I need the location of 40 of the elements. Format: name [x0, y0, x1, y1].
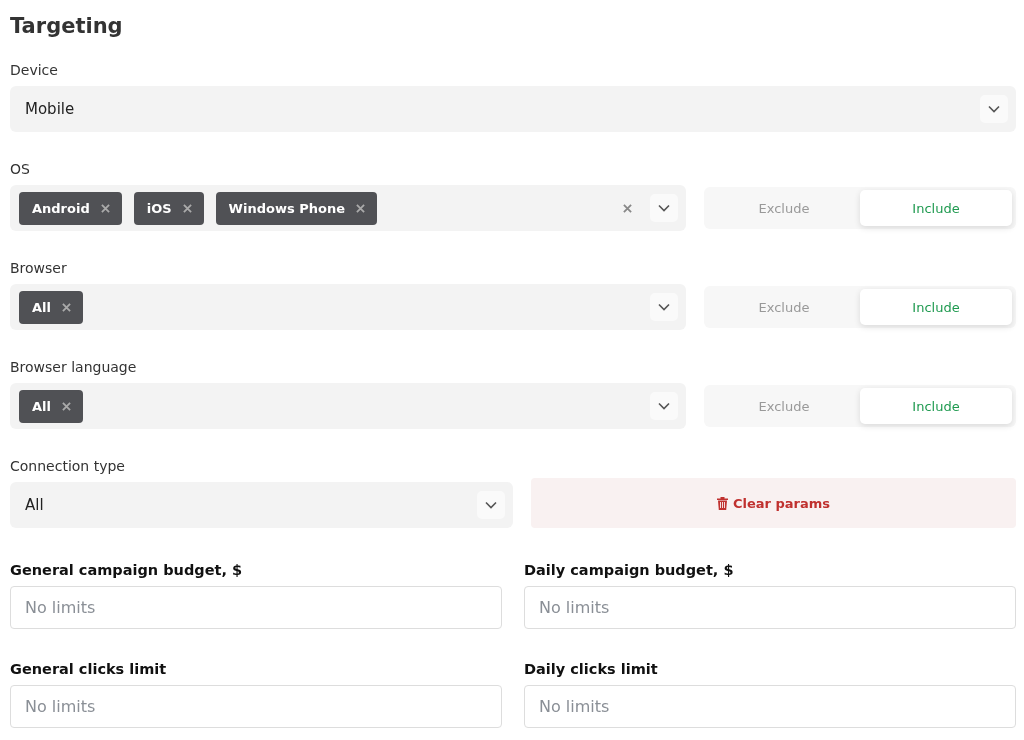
- tag-chip[interactable]: All: [19, 290, 83, 324]
- limit-input[interactable]: No limits: [10, 685, 502, 728]
- chevron-down-icon[interactable]: [980, 95, 1008, 123]
- remove-icon[interactable]: [182, 203, 192, 213]
- field-label: General clicks limit: [10, 660, 167, 679]
- remove-icon[interactable]: [62, 401, 71, 411]
- multi-select[interactable]: Android iOS Windows Phone: [10, 185, 686, 231]
- multi-select[interactable]: All: [10, 383, 686, 429]
- chevron-down-icon[interactable]: [477, 491, 505, 519]
- field-label: Browser: [10, 259, 67, 278]
- multi-select[interactable]: All: [10, 284, 686, 330]
- remove-icon[interactable]: [100, 203, 110, 213]
- remove-icon[interactable]: [355, 203, 365, 213]
- field-label: Browser language: [10, 358, 137, 377]
- limit-input[interactable]: No limits: [10, 586, 502, 629]
- limit-input[interactable]: No limits: [524, 586, 1016, 629]
- section-title: Targeting: [10, 13, 124, 40]
- field-label: OS: [10, 160, 30, 179]
- chevron-down-icon[interactable]: [650, 194, 678, 222]
- field-label: General campaign budget, $: [10, 561, 243, 580]
- tag-chip[interactable]: Windows Phone: [215, 191, 377, 225]
- device-select[interactable]: Mobile: [10, 86, 1016, 132]
- field-label: Connection type: [10, 457, 125, 476]
- limit-input[interactable]: No limits: [524, 685, 1016, 728]
- trash-icon: [716, 496, 728, 510]
- chevron-down-icon[interactable]: [650, 293, 678, 321]
- segment-button[interactable]: Include: [860, 190, 1012, 226]
- chevron-down-icon[interactable]: [650, 392, 678, 420]
- field-label: Daily clicks limit: [524, 660, 658, 679]
- field-label: Daily campaign budget, $: [524, 561, 734, 580]
- tag-chip[interactable]: All: [19, 389, 83, 423]
- segment-button[interactable]: Include: [860, 289, 1012, 325]
- segment-button[interactable]: Include: [860, 388, 1012, 424]
- tag-chip[interactable]: iOS: [133, 191, 204, 225]
- clear-params-button[interactable]: Clear params: [531, 478, 1016, 528]
- tag-chip[interactable]: Android: [19, 191, 122, 225]
- clear-icon[interactable]: [623, 203, 632, 213]
- field-label: Device: [10, 61, 58, 80]
- connection-select[interactable]: All: [10, 482, 513, 528]
- remove-icon[interactable]: [62, 302, 71, 312]
